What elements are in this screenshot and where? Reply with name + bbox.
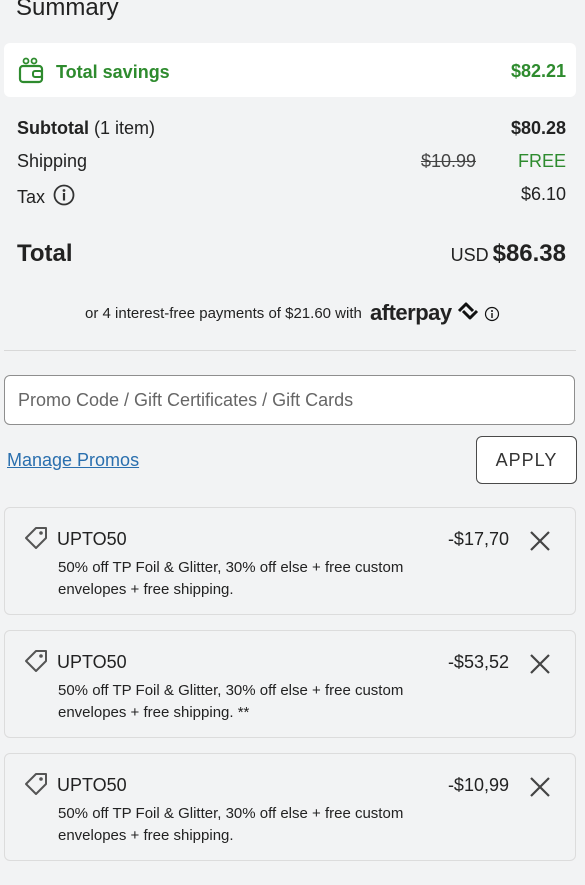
subtotal-value: $80.28 xyxy=(510,118,566,138)
total-amount: $86.38 xyxy=(492,240,566,267)
promo-description: 50% off TP Foil & Glitter, 30% off else … xyxy=(58,559,404,598)
total-label: Total xyxy=(17,240,73,267)
info-icon[interactable] xyxy=(53,184,75,211)
promo-code: UPTO50 xyxy=(57,775,127,795)
tax-label: Tax xyxy=(17,187,46,207)
afterpay-logo: afterpay xyxy=(370,300,452,325)
wallet-icon xyxy=(17,56,47,91)
tag-icon xyxy=(23,649,49,680)
close-icon[interactable] xyxy=(528,529,552,558)
tag-icon xyxy=(23,772,49,803)
afterpay-arrow-icon xyxy=(457,302,478,320)
promo-amount: -$53,52 xyxy=(447,652,509,672)
afterpay-text: or 4 interest-free payments of $21.60 wi… xyxy=(85,305,362,322)
tax-value: $6.10 xyxy=(520,184,566,204)
afterpay-info-icon[interactable] xyxy=(484,306,500,322)
promo-code: UPTO50 xyxy=(57,652,127,672)
subtotal-item-count: (1 item) xyxy=(94,118,156,138)
promo-amount: -$10,99 xyxy=(447,775,509,795)
promo-amount: -$17,70 xyxy=(447,529,509,549)
tag-icon xyxy=(23,526,49,557)
applied-promo-card: UPTO50 -$53,52 50% off TP Foil & Glitter… xyxy=(4,630,576,738)
total-savings-amount: $82.21 xyxy=(510,61,566,81)
shipping-value: FREE xyxy=(517,151,566,171)
shipping-label: Shipping xyxy=(17,151,88,171)
promo-code: UPTO50 xyxy=(57,529,127,549)
subtotal-row: Subtotal (1 item) $80.28 xyxy=(17,118,566,139)
close-icon[interactable] xyxy=(528,652,552,681)
promo-code-input[interactable] xyxy=(4,375,575,425)
afterpay-message: or 4 interest-free payments of $21.60 wi… xyxy=(0,300,585,326)
manage-promos-link[interactable]: Manage Promos xyxy=(7,450,139,471)
promo-description: 50% off TP Foil & Glitter, 30% off else … xyxy=(58,682,404,721)
close-icon[interactable] xyxy=(528,775,552,804)
total-value: USD $86.38 xyxy=(451,240,566,268)
total-savings-label: Total savings xyxy=(56,62,170,82)
total-savings-banner: Total savings $82.21 xyxy=(4,43,576,97)
applied-promo-card: UPTO50 -$17,70 50% off TP Foil & Glitter… xyxy=(4,507,576,615)
total-currency: USD xyxy=(450,245,489,265)
subtotal-label: Subtotal xyxy=(17,118,89,138)
apply-button[interactable]: APPLY xyxy=(476,436,577,484)
shipping-original-price: $10.99 xyxy=(420,151,476,171)
shipping-row: Shipping $10.99 FREE xyxy=(17,151,566,172)
applied-promo-card: UPTO50 -$10,99 50% off TP Foil & Glitter… xyxy=(4,753,576,861)
promo-description: 50% off TP Foil & Glitter, 30% off else … xyxy=(58,805,404,844)
summary-title: Summary xyxy=(16,0,119,21)
section-divider xyxy=(4,350,576,351)
tax-row: Tax $6.10 xyxy=(17,184,566,211)
